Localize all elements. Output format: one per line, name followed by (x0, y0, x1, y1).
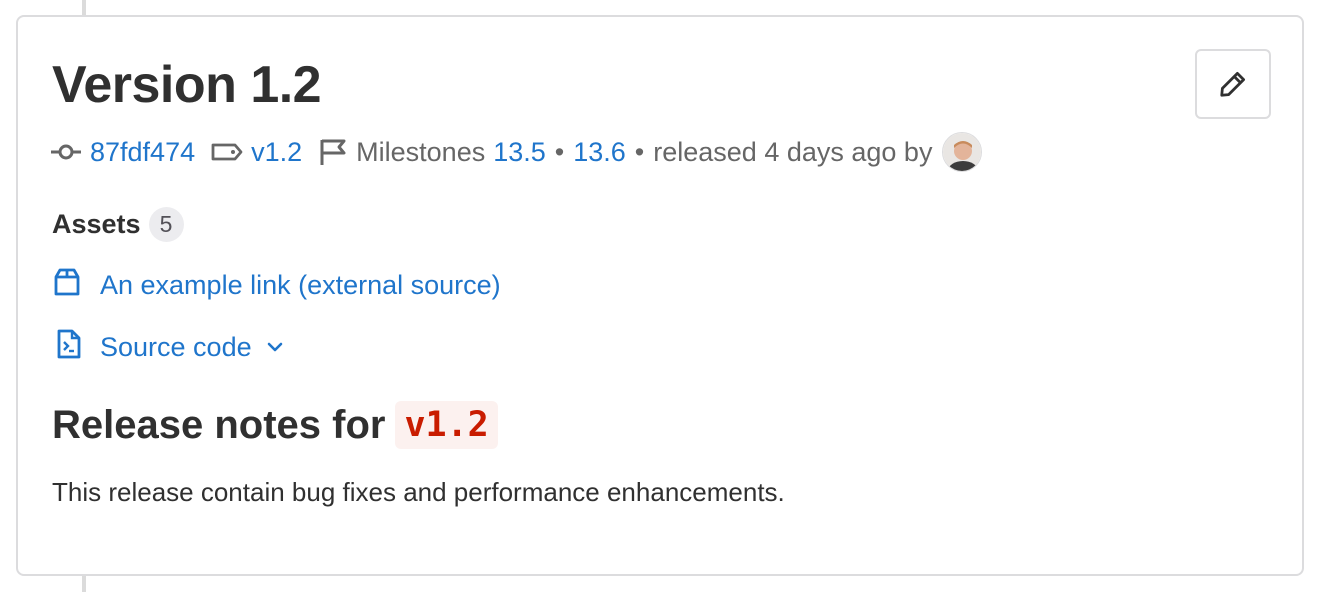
flag-icon (318, 137, 348, 167)
released-text: released 4 days ago by (653, 136, 933, 167)
chevron-down-icon[interactable] (266, 332, 284, 363)
commit-sha-link[interactable]: 87fdf474 (90, 137, 195, 168)
tag-icon (211, 142, 243, 162)
doc-code-icon (56, 329, 82, 366)
author-avatar[interactable] (942, 132, 983, 172)
commit-icon (50, 142, 82, 162)
release-notes-body: This release contain bug fixes and perfo… (52, 477, 785, 507)
separator-dot: • (554, 136, 565, 167)
milestones-label: Milestones (356, 136, 486, 167)
edit-release-button[interactable] (1195, 49, 1271, 119)
assets-title: Assets (52, 209, 141, 239)
separator-dot: • (634, 136, 645, 167)
asset-link-label[interactable]: An example link (external source) (100, 270, 501, 301)
package-icon (52, 267, 82, 304)
release-notes-heading-text: Release notes for (52, 402, 386, 447)
tag-link[interactable]: v1.2 (251, 137, 302, 168)
milestone-link-13-6[interactable]: 13.6 (573, 137, 626, 168)
source-code-label[interactable]: Source code (100, 332, 252, 363)
milestone-link-13-5[interactable]: 13.5 (493, 137, 546, 168)
source-code-dropdown[interactable]: Source code (52, 329, 284, 365)
release-notes-heading: Release notes for v1.2 (52, 401, 498, 449)
release-meta: 87fdf474 v1.2 Milestones 13.5 • 13.6 • r… (50, 129, 983, 175)
pencil-icon (1220, 72, 1245, 97)
timeline-line-bottom (82, 574, 86, 592)
assets-count-badge: 5 (148, 207, 184, 242)
assets-header: Assets 5 (52, 207, 184, 242)
release-card: Version 1.2 87fdf474 v1.2 Milestones 13.… (16, 15, 1304, 576)
asset-link-external[interactable]: An example link (external source) (52, 267, 501, 303)
release-notes-tag-code: v1.2 (395, 401, 498, 449)
release-title: Version 1.2 (52, 56, 322, 114)
